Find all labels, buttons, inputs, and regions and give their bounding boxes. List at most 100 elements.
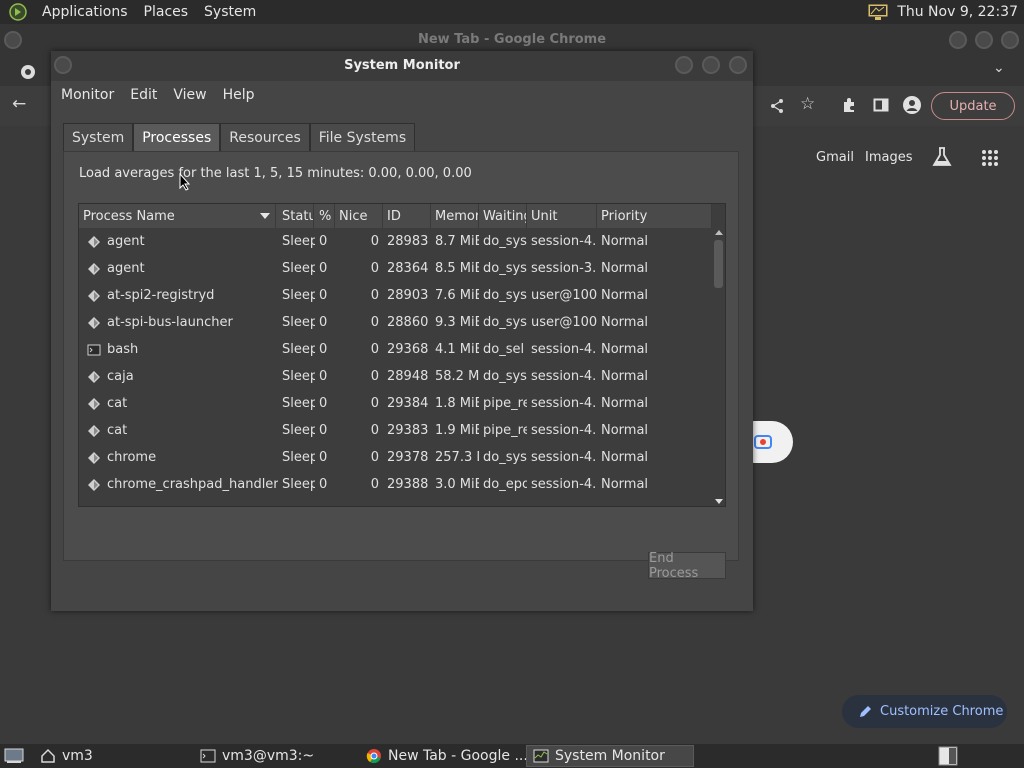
cell-id: 28903	[387, 288, 429, 303]
taskbar-item-system-monitor[interactable]: System Monitor	[526, 745, 694, 767]
cell-waiting: do_sys	[483, 234, 527, 249]
taskbar-item-label: vm3@vm3:~	[222, 748, 315, 764]
column-header-unit[interactable]: Unit	[527, 204, 597, 228]
cell-id: 29383	[387, 423, 429, 438]
apps-grid-icon[interactable]	[981, 149, 999, 167]
process-icon	[88, 478, 100, 491]
process-table[interactable]: Process Name Statu % Nice ID Memor Waiti…	[78, 203, 726, 507]
cell-unit: session-4.	[531, 423, 597, 438]
taskbar-item-chrome[interactable]: New Tab - Google ...	[360, 745, 526, 767]
tab-file-systems[interactable]: File Systems	[309, 123, 416, 151]
workspace-switcher-icon[interactable]	[938, 746, 958, 766]
table-row[interactable]: at-spi-bus-launcher Sleep 0 0 28860 9.3 MiE do…	[79, 309, 712, 336]
process-icon	[88, 397, 100, 410]
cell-waiting: do_sys	[483, 261, 527, 276]
tab-list-chevron-icon[interactable]: ⌄	[993, 60, 1005, 76]
table-row[interactable]: caja Sleep 0 0 28948 58.2 M do_sys session-4. No…	[79, 363, 712, 390]
maximize-button[interactable]	[702, 56, 720, 74]
column-header-id[interactable]: ID	[383, 204, 431, 228]
end-process-button[interactable]: End Process	[648, 551, 726, 581]
labs-icon[interactable]	[932, 146, 952, 168]
minimize-button[interactable]	[949, 31, 967, 49]
cell-cpu: 0	[319, 261, 328, 276]
cell-cpu: 0	[319, 342, 328, 357]
table-header: Process Name Statu % Nice ID Memor Waiti…	[79, 204, 712, 228]
vertical-scrollbar[interactable]	[712, 228, 725, 506]
minimize-button[interactable]	[675, 56, 693, 74]
scrollbar-thumb[interactable]	[714, 240, 723, 288]
cell-priority: Normal	[601, 450, 649, 465]
cell-memory: 3.0 MiE	[435, 477, 479, 492]
table-row[interactable]: agent Sleep 0 0 28983 8.7 MiE do_sys session-4.…	[79, 228, 712, 255]
menu-edit[interactable]: Edit	[124, 87, 163, 103]
more-menu-icon[interactable]: ⋮	[1017, 94, 1024, 114]
menu-view[interactable]: View	[167, 87, 212, 103]
tab-processes[interactable]: Processes	[133, 123, 221, 151]
column-header-status[interactable]: Statu	[278, 204, 314, 228]
cell-id: 28364	[387, 261, 429, 276]
customize-chrome-button[interactable]: Customize Chrome	[842, 695, 1007, 728]
tab-system[interactable]: System	[63, 123, 134, 151]
cell-status: Sleep	[282, 342, 315, 357]
column-header-process-name[interactable]: Process Name	[79, 204, 276, 228]
cell-memory: 9.3 MiE	[435, 315, 479, 330]
back-arrow-icon[interactable]: ←	[12, 94, 26, 114]
cell-memory: 257.3 M	[435, 450, 479, 465]
column-header-cpu[interactable]: %	[315, 204, 335, 228]
scroll-down-arrow[interactable]	[715, 499, 723, 504]
cell-waiting: pipe_re	[483, 423, 527, 438]
taskbar-item-vm3[interactable]: vm3	[34, 745, 194, 767]
table-row[interactable]: cat Sleep 0 0 29384 1.8 MiE pipe_re session-4. N…	[79, 390, 712, 417]
taskbar-item-terminal[interactable]: vm3@vm3:~	[194, 745, 360, 767]
bookmark-star-icon[interactable]: ☆	[800, 94, 815, 114]
table-row[interactable]: at-spi2-registryd Sleep 0 0 28903 7.6 MiE do_s…	[79, 282, 712, 309]
images-link[interactable]: Images	[865, 150, 913, 165]
column-header-memory[interactable]: Memor	[431, 204, 479, 228]
close-button[interactable]	[729, 56, 747, 74]
extensions-icon[interactable]	[841, 97, 857, 113]
column-header-waiting[interactable]: Waiting	[479, 204, 527, 228]
menu-help[interactable]: Help	[217, 87, 261, 103]
close-button[interactable]	[1001, 31, 1019, 49]
cell-unit: user@100	[531, 315, 597, 330]
clock[interactable]: Thu Nov 9, 22:37	[897, 4, 1018, 20]
display-icon[interactable]	[867, 3, 889, 21]
applications-menu[interactable]: Applications	[34, 4, 136, 20]
table-row[interactable]: chrome Sleep 0 0 29378 257.3 M do_sys session-4…	[79, 444, 712, 471]
scroll-up-arrow[interactable]	[715, 230, 723, 235]
system-menu[interactable]: System	[196, 4, 264, 20]
process-icon	[88, 370, 100, 383]
profile-icon[interactable]	[902, 95, 922, 115]
table-row[interactable]: cat Sleep 0 0 29383 1.9 MiE pipe_re session-4. N…	[79, 417, 712, 444]
process-name-label: chrome_crashpad_handler	[107, 477, 278, 492]
column-header-nice[interactable]: Nice	[335, 204, 383, 228]
update-button[interactable]: Update	[931, 92, 1015, 120]
places-menu[interactable]: Places	[136, 4, 197, 20]
share-icon[interactable]	[769, 98, 785, 114]
cell-cpu: 0	[319, 369, 328, 384]
process-icon	[88, 235, 100, 248]
gmail-link[interactable]: Gmail	[816, 150, 854, 165]
cell-cpu: 0	[319, 423, 328, 438]
show-desktop-icon[interactable]	[4, 748, 24, 764]
tab-resources[interactable]: Resources	[220, 123, 310, 151]
chrome-tab-favicon-icon[interactable]	[20, 64, 36, 80]
column-header-priority[interactable]: Priority	[597, 204, 712, 228]
table-row[interactable]: agent Sleep 0 0 28364 8.5 MiE do_sys session-3.…	[79, 255, 712, 282]
table-row[interactable]: bash Sleep 0 0 29368 4.1 MiE do_sel session-4. N…	[79, 336, 712, 363]
maximize-button[interactable]	[975, 31, 993, 49]
load-averages: Load averages for the last 1, 5, 15 minu…	[79, 166, 472, 181]
cell-status: Sleep	[282, 369, 315, 384]
process-icon	[88, 289, 100, 302]
menu-monitor[interactable]: Monitor	[55, 87, 120, 103]
applications-menu-icon[interactable]	[8, 2, 28, 22]
cell-unit: user@100	[531, 288, 597, 303]
process-name-label: chrome	[107, 450, 157, 465]
process-name-label: at-spi-bus-launcher	[107, 315, 233, 330]
cell-unit: session-4.	[531, 396, 597, 411]
cell-unit: session-4.	[531, 342, 597, 357]
system-monitor-titlebar[interactable]: System Monitor	[51, 51, 753, 81]
cell-status: Sleep	[282, 315, 315, 330]
side-panel-icon[interactable]	[873, 97, 889, 113]
table-row[interactable]: chrome_crashpad_handler Sleep 0 0 29388 3.0 M…	[79, 471, 712, 498]
